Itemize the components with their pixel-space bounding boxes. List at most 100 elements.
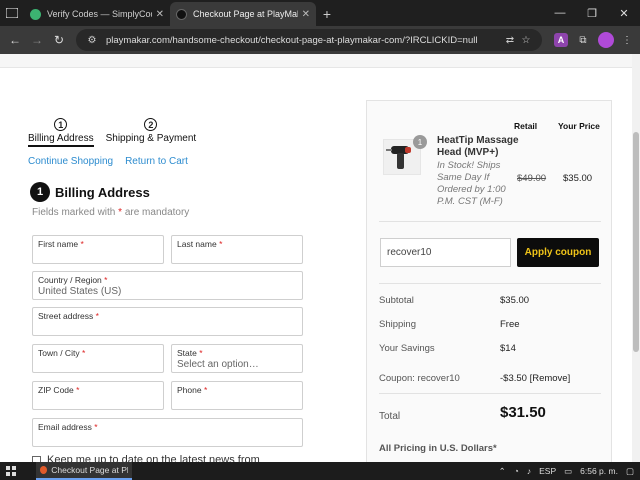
required-star: * bbox=[95, 311, 99, 321]
required-star: * bbox=[81, 348, 86, 358]
step-billing-address[interactable]: 1 Billing Address bbox=[28, 118, 94, 147]
playmakar-favicon-icon bbox=[176, 8, 187, 20]
field-label: Last name * bbox=[177, 239, 297, 249]
chrome-icon bbox=[40, 466, 48, 474]
required-star: * bbox=[219, 239, 223, 249]
url-text[interactable]: playmakar.com/handsome-checkout/checkout… bbox=[106, 35, 502, 46]
close-tab-icon[interactable]: ✕ bbox=[156, 9, 164, 20]
tab-checkout[interactable]: Checkout Page at PlayMakar.co ✕ bbox=[170, 2, 316, 26]
step-label: Billing Address bbox=[28, 133, 94, 147]
tab-title: Verify Codes — SimplyCodes bbox=[47, 9, 152, 19]
country-select[interactable]: Country / Region * United States (US) bbox=[32, 271, 303, 300]
chevron-up-icon[interactable]: ⌃ bbox=[499, 466, 506, 477]
first-name-field[interactable]: First name * bbox=[32, 235, 164, 264]
extension-a-icon: A bbox=[554, 33, 568, 47]
field-label: First name * bbox=[38, 239, 158, 249]
close-tab-icon[interactable]: ✕ bbox=[302, 9, 310, 20]
mandatory-prefix: Fields marked with bbox=[32, 207, 116, 218]
total-label: Total bbox=[379, 411, 401, 422]
required-star: * bbox=[94, 422, 98, 432]
simplycodes-favicon-icon bbox=[30, 8, 41, 20]
checkout-links: Continue Shopping Return to Cart bbox=[28, 156, 188, 167]
divider bbox=[379, 283, 601, 284]
coupon-discount-value: -$3.50 bbox=[500, 373, 527, 384]
close-window-icon[interactable]: ✕ bbox=[608, 0, 640, 26]
windows-taskbar: Checkout Page at Pl... ⌃ ◔ ♪ ESP ▭ 6:56 … bbox=[0, 462, 640, 480]
maximize-icon[interactable]: ❐ bbox=[576, 0, 608, 26]
page-scrollbar[interactable] bbox=[632, 54, 640, 462]
page-viewport: 1 Billing Address 2 Shipping & Payment C… bbox=[0, 54, 640, 462]
return-to-cart-link[interactable]: Return to Cart bbox=[125, 156, 188, 167]
divider bbox=[379, 393, 601, 394]
mandatory-note: Fields marked with * are mandatory bbox=[32, 207, 189, 218]
keyboard-language[interactable]: ESP bbox=[539, 466, 556, 476]
browser-toolbar: ← → ↻ ⚙ playmakar.com/handsome-checkout/… bbox=[0, 26, 640, 54]
savings-value: $14 bbox=[500, 343, 516, 354]
back-icon[interactable]: ← bbox=[4, 29, 26, 51]
notifications-icon[interactable]: ▢ bbox=[626, 466, 634, 477]
total-value: $31.50 bbox=[500, 404, 546, 421]
extensions-puzzle-icon[interactable]: ⧉ bbox=[574, 31, 592, 49]
section-title: Billing Address bbox=[55, 184, 150, 200]
site-info-icon[interactable]: ⚙ bbox=[84, 35, 100, 46]
phone-field[interactable]: Phone * bbox=[171, 381, 303, 410]
billing-section-heading: 1 Billing Address bbox=[30, 182, 150, 202]
tab-simplycodes[interactable]: Verify Codes — SimplyCodes ✕ bbox=[24, 2, 170, 26]
reload-icon[interactable]: ↻ bbox=[48, 29, 70, 51]
field-label: Town / City * bbox=[38, 348, 158, 358]
browser-tab-strip: Verify Codes — SimplyCodes ✕ Checkout Pa… bbox=[0, 0, 640, 26]
tab-search-icon[interactable] bbox=[0, 0, 24, 26]
last-name-field[interactable]: Last name * bbox=[171, 235, 303, 264]
newsletter-label: Keep me up to date on the latest news fr… bbox=[47, 454, 260, 462]
field-label: Country / Region * bbox=[38, 275, 297, 285]
address-bar[interactable]: ⚙ playmakar.com/handsome-checkout/checko… bbox=[76, 29, 542, 51]
email-field[interactable]: Email address * bbox=[32, 418, 303, 447]
street-address-field[interactable]: Street address * bbox=[32, 307, 303, 336]
taskbar-app-title: Checkout Page at Pl... bbox=[51, 465, 128, 475]
newsletter-option[interactable]: Keep me up to date on the latest news fr… bbox=[32, 454, 260, 462]
city-field[interactable]: Town / City * bbox=[32, 344, 164, 373]
label-text: ZIP Code bbox=[38, 385, 74, 395]
minimize-icon[interactable]: — bbox=[544, 0, 576, 26]
extension-button[interactable]: A bbox=[552, 31, 570, 49]
state-select[interactable]: State * Select an option… bbox=[171, 344, 303, 373]
continue-shopping-link[interactable]: Continue Shopping bbox=[28, 156, 113, 167]
forward-icon[interactable]: → bbox=[26, 29, 48, 51]
shipping-label: Shipping bbox=[379, 319, 416, 330]
label-text: Town / City bbox=[38, 348, 80, 358]
profile-avatar[interactable] bbox=[598, 32, 614, 48]
coupon-input[interactable]: recover10 bbox=[380, 238, 511, 267]
browser-menu-icon[interactable]: ⋮ bbox=[618, 31, 636, 49]
clock[interactable]: 6:56 p. m. bbox=[580, 466, 618, 476]
country-value: United States (US) bbox=[38, 286, 122, 297]
remove-coupon-link[interactable]: [Remove] bbox=[530, 373, 571, 384]
bookmark-star-icon[interactable]: ☆ bbox=[518, 35, 534, 46]
scrollbar-thumb[interactable] bbox=[633, 132, 639, 352]
taskbar-chrome-app[interactable]: Checkout Page at Pl... bbox=[36, 462, 132, 480]
required-star: * bbox=[203, 385, 208, 395]
label-text: Phone bbox=[177, 385, 202, 395]
checkout-steps: 1 Billing Address 2 Shipping & Payment bbox=[28, 118, 196, 147]
step-number: 1 bbox=[54, 118, 68, 131]
apply-coupon-button[interactable]: Apply coupon bbox=[517, 238, 599, 267]
page-header-strip bbox=[0, 54, 640, 68]
start-icon[interactable] bbox=[0, 462, 22, 480]
volume-icon[interactable]: ♪ bbox=[527, 466, 531, 476]
network-icon[interactable]: ◔ bbox=[514, 466, 519, 476]
translate-icon[interactable]: ⇄ bbox=[502, 35, 518, 46]
savings-label: Your Savings bbox=[379, 343, 435, 354]
step-shipping-payment[interactable]: 2 Shipping & Payment bbox=[106, 118, 196, 147]
order-summary: Retail Your Price 1 HeatTip Massage Head… bbox=[366, 100, 612, 462]
required-star: * bbox=[118, 207, 123, 218]
window-controls: — ❐ ✕ bbox=[544, 0, 640, 26]
section-number-badge: 1 bbox=[30, 182, 50, 202]
your-price-column-header: Your Price bbox=[558, 121, 600, 131]
new-tab-button[interactable]: + bbox=[316, 2, 338, 26]
field-label: State * bbox=[177, 348, 297, 358]
product-stock-note: In Stock! Ships Same Day If Ordered by 1… bbox=[437, 160, 506, 207]
zip-code-field[interactable]: ZIP Code * bbox=[32, 381, 164, 410]
shipping-value: Free bbox=[500, 319, 520, 330]
label-text: Street address bbox=[38, 311, 94, 321]
system-tray: ⌃ ◔ ♪ ESP ▭ 6:56 p. m. ▢ bbox=[499, 462, 634, 480]
battery-icon[interactable]: ▭ bbox=[564, 466, 572, 477]
